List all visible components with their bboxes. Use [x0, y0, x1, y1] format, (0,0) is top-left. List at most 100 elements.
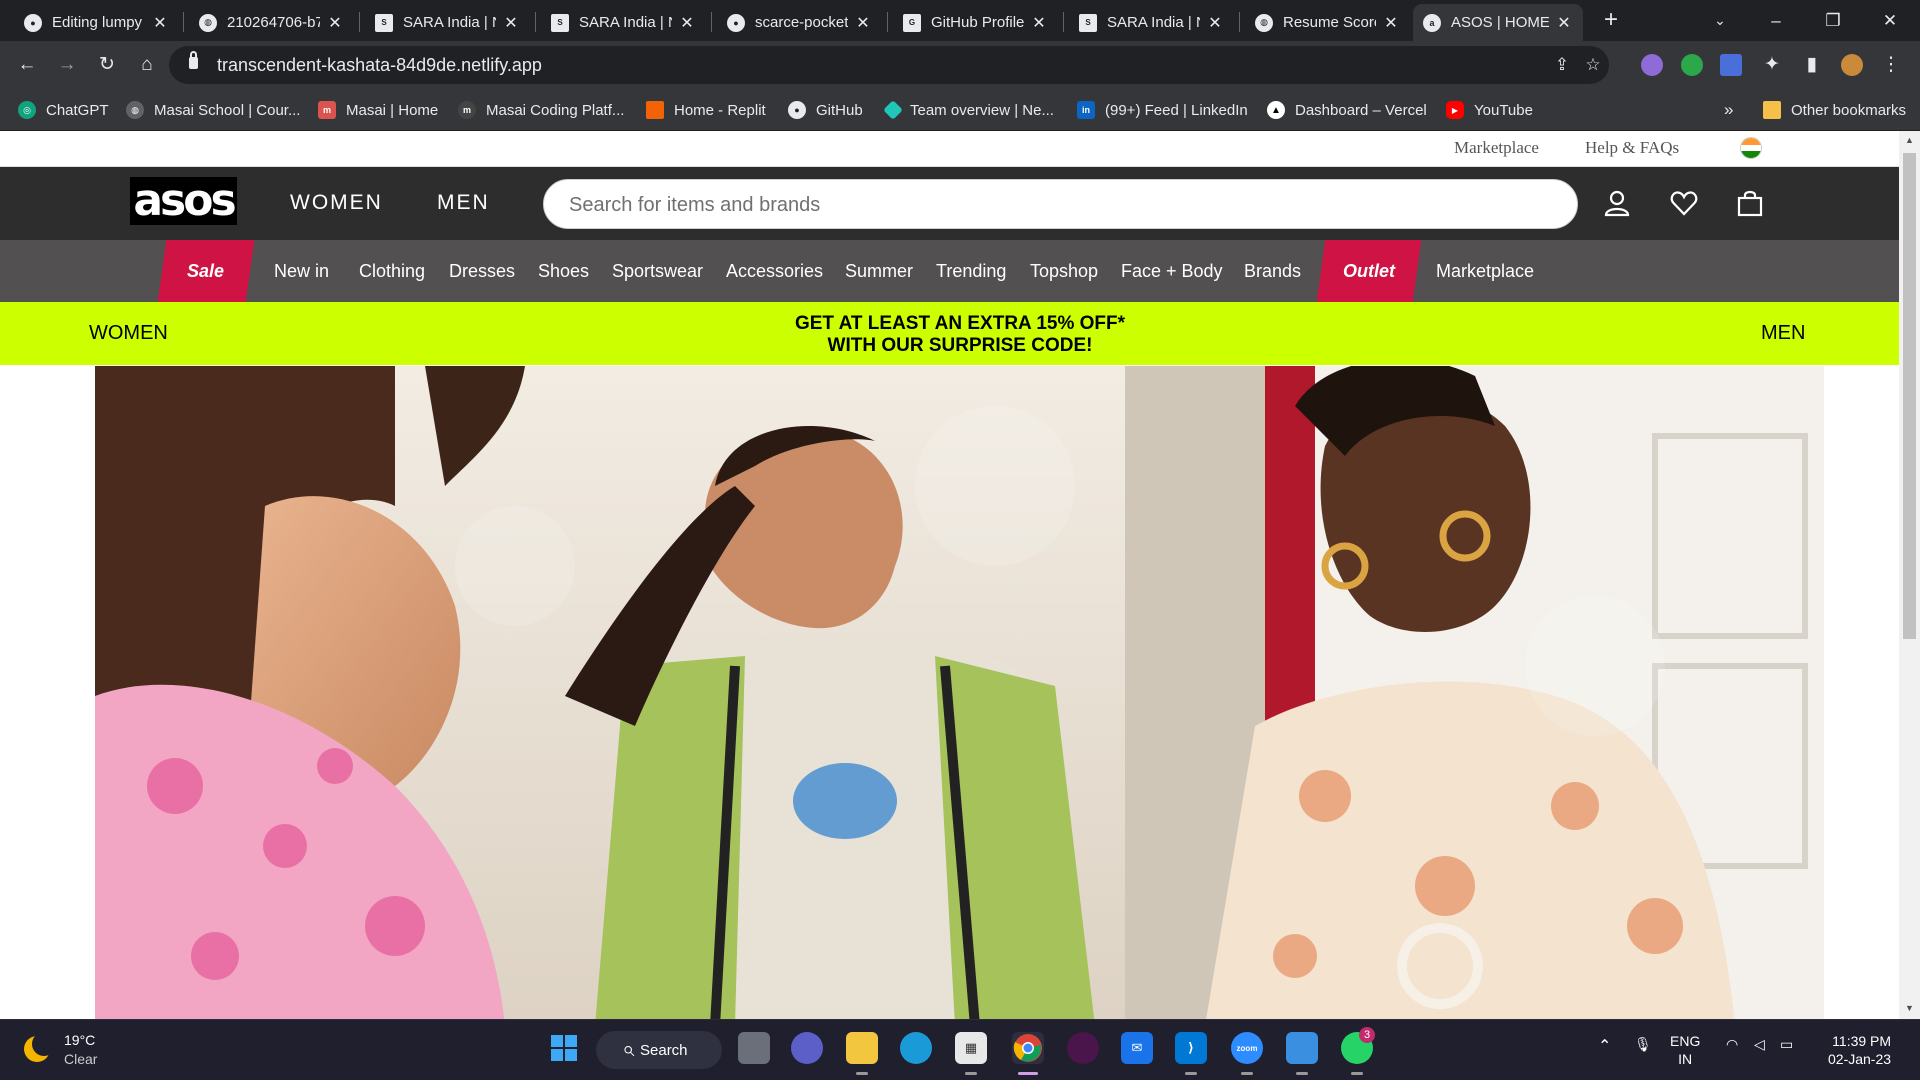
- women-tab[interactable]: WOMEN: [290, 191, 383, 215]
- bookmark-github[interactable]: ● GitHub: [788, 99, 863, 121]
- close-tab-icon[interactable]: ✕: [854, 13, 872, 33]
- file-explorer-icon[interactable]: [846, 1032, 878, 1064]
- bookmark-netlify[interactable]: Team overview | Ne...: [883, 99, 1054, 121]
- india-flag-icon[interactable]: [1740, 137, 1762, 159]
- men-tab[interactable]: MEN: [437, 191, 490, 215]
- close-tab-icon[interactable]: ✕: [1206, 13, 1224, 33]
- photos-icon[interactable]: [1286, 1032, 1318, 1064]
- clock[interactable]: 11:39 PM 02-Jan-23: [1828, 1032, 1891, 1068]
- teams-chat-icon[interactable]: [791, 1032, 823, 1064]
- close-window-button[interactable]: ✕: [1862, 0, 1918, 41]
- nav-item-dresses[interactable]: Dresses: [449, 240, 515, 302]
- bookmark-replit[interactable]: Home - Replit: [646, 99, 766, 121]
- nav-item-outlet[interactable]: Outlet: [1316, 240, 1422, 302]
- page-scrollbar[interactable]: ▲ ▼: [1899, 131, 1920, 1019]
- bookmark-vercel[interactable]: ▲ Dashboard – Vercel: [1267, 99, 1427, 121]
- extension-icon[interactable]: [1641, 54, 1663, 76]
- avatar[interactable]: [1841, 54, 1863, 76]
- volume-icon[interactable]: ◁: [1754, 1036, 1765, 1053]
- nav-item-new-in[interactable]: New in: [274, 240, 329, 302]
- taskbar-search-button[interactable]: Search: [596, 1031, 722, 1069]
- nav-item-clothing[interactable]: Clothing: [359, 240, 425, 302]
- account-icon[interactable]: [1603, 189, 1631, 217]
- tab-search-icon[interactable]: ⌄: [1692, 0, 1748, 41]
- share-icon[interactable]: ⇪: [1551, 54, 1573, 76]
- nav-item-sportswear[interactable]: Sportswear: [612, 240, 703, 302]
- battery-icon[interactable]: ▭: [1780, 1036, 1793, 1053]
- asos-logo[interactable]: asos: [130, 177, 237, 225]
- marketplace-link[interactable]: Marketplace: [1454, 138, 1539, 158]
- scroll-up-arrow-icon[interactable]: ▲: [1903, 135, 1916, 145]
- bookmark-linkedin[interactable]: in (99+) Feed | LinkedIn: [1077, 99, 1248, 121]
- close-tab-icon[interactable]: ✕: [1555, 13, 1573, 33]
- bookmark-masai-coding[interactable]: m Masai Coding Platf...: [458, 99, 624, 121]
- forward-icon[interactable]: →: [53, 51, 81, 79]
- show-hidden-icons-chevron-icon[interactable]: ⌃: [1598, 1036, 1611, 1056]
- vscode-icon[interactable]: ⟩: [1175, 1032, 1207, 1064]
- wifi-icon[interactable]: ◠: [1726, 1036, 1738, 1053]
- search-input[interactable]: [569, 190, 1549, 220]
- browser-tab-active[interactable]: a ASOS | HOME ✕: [1413, 4, 1583, 41]
- nav-item-accessories[interactable]: Accessories: [726, 240, 823, 302]
- windows-start-icon[interactable]: [548, 1032, 580, 1064]
- browser-tab[interactable]: ◍ 210264706-b7 ✕: [189, 4, 354, 41]
- close-tab-icon[interactable]: ✕: [326, 13, 344, 33]
- browser-tab[interactable]: ● scarce-pocket ✕: [717, 4, 882, 41]
- browser-tab[interactable]: ◍ Resume Score ✕: [1245, 4, 1410, 41]
- scroll-down-arrow-icon[interactable]: ▼: [1903, 1003, 1916, 1013]
- other-bookmarks-folder[interactable]: Other bookmarks: [1763, 99, 1906, 121]
- menu-kebab-icon[interactable]: ⋮: [1877, 51, 1905, 79]
- nav-item-marketplace[interactable]: Marketplace: [1436, 240, 1534, 302]
- browser-tab[interactable]: S SARA India | N ✕: [541, 4, 706, 41]
- input-language[interactable]: ENG IN: [1670, 1032, 1700, 1068]
- slack-icon[interactable]: [1067, 1032, 1099, 1064]
- nav-item-sale[interactable]: Sale: [157, 240, 255, 302]
- browser-tab[interactable]: S SARA India | N ✕: [365, 4, 530, 41]
- nav-item-face-body[interactable]: Face + Body: [1121, 240, 1223, 302]
- chrome-icon[interactable]: [1012, 1032, 1044, 1064]
- promo-women-link[interactable]: WOMEN: [89, 322, 168, 345]
- close-tab-icon[interactable]: ✕: [1030, 13, 1048, 33]
- bookmark-chatgpt[interactable]: ◎ ChatGPT: [18, 99, 109, 121]
- close-tab-icon[interactable]: ✕: [1382, 13, 1400, 33]
- help-faqs-link[interactable]: Help & FAQs: [1585, 138, 1679, 158]
- extension-check-icon[interactable]: [1681, 54, 1703, 76]
- extension-pen-icon[interactable]: [1720, 54, 1742, 76]
- back-icon[interactable]: ←: [13, 51, 41, 79]
- edge-icon[interactable]: [900, 1032, 932, 1064]
- new-tab-button[interactable]: +: [1597, 6, 1625, 34]
- mail-icon[interactable]: ✉: [1121, 1032, 1153, 1064]
- close-tab-icon[interactable]: ✕: [502, 13, 520, 33]
- shopping-bag-icon[interactable]: [1736, 189, 1764, 217]
- microphone-icon[interactable]: 🎙︎: [1634, 1036, 1652, 1053]
- browser-tab[interactable]: ● Editing lumpy ✕: [14, 4, 179, 41]
- more-bookmarks-button[interactable]: »: [1724, 99, 1733, 121]
- hero-image[interactable]: [95, 366, 1824, 1019]
- scrollbar-thumb[interactable]: [1903, 153, 1916, 639]
- home-icon[interactable]: ⌂: [133, 51, 161, 79]
- microsoft-store-icon[interactable]: ▦: [955, 1032, 987, 1064]
- nav-item-topshop[interactable]: Topshop: [1030, 240, 1098, 302]
- reload-icon[interactable]: ↻: [93, 51, 121, 79]
- nav-item-shoes[interactable]: Shoes: [538, 240, 589, 302]
- wishlist-heart-icon[interactable]: [1670, 189, 1698, 217]
- nav-item-brands[interactable]: Brands: [1244, 240, 1301, 302]
- bookmark-masai-school[interactable]: ◍ Masai School | Cour...: [126, 99, 300, 121]
- search-bar[interactable]: [543, 179, 1578, 229]
- bookmark-masai-home[interactable]: m Masai | Home: [318, 99, 438, 121]
- browser-tab[interactable]: G GitHub Profile ✕: [893, 4, 1058, 41]
- bookmark-star-icon[interactable]: ☆: [1582, 54, 1604, 76]
- zoom-icon[interactable]: zoom: [1231, 1032, 1263, 1064]
- address-url[interactable]: transcendent-kashata-84d9de.netlify.app: [217, 55, 542, 76]
- browser-tab[interactable]: S SARA India | N ✕: [1069, 4, 1234, 41]
- restore-button[interactable]: ❐: [1805, 0, 1861, 41]
- close-tab-icon[interactable]: ✕: [678, 13, 696, 33]
- bookmark-youtube[interactable]: ▶ YouTube: [1446, 99, 1533, 121]
- minimize-button[interactable]: –: [1748, 0, 1804, 41]
- address-bar[interactable]: transcendent-kashata-84d9de.netlify.app …: [169, 46, 1609, 84]
- nav-item-summer[interactable]: Summer: [845, 240, 913, 302]
- task-view-icon[interactable]: [738, 1032, 770, 1064]
- nav-item-trending[interactable]: Trending: [936, 240, 1006, 302]
- extensions-puzzle-icon[interactable]: ✦: [1758, 51, 1786, 79]
- promo-banner[interactable]: WOMEN GET AT LEAST AN EXTRA 15% OFF* WIT…: [0, 302, 1899, 365]
